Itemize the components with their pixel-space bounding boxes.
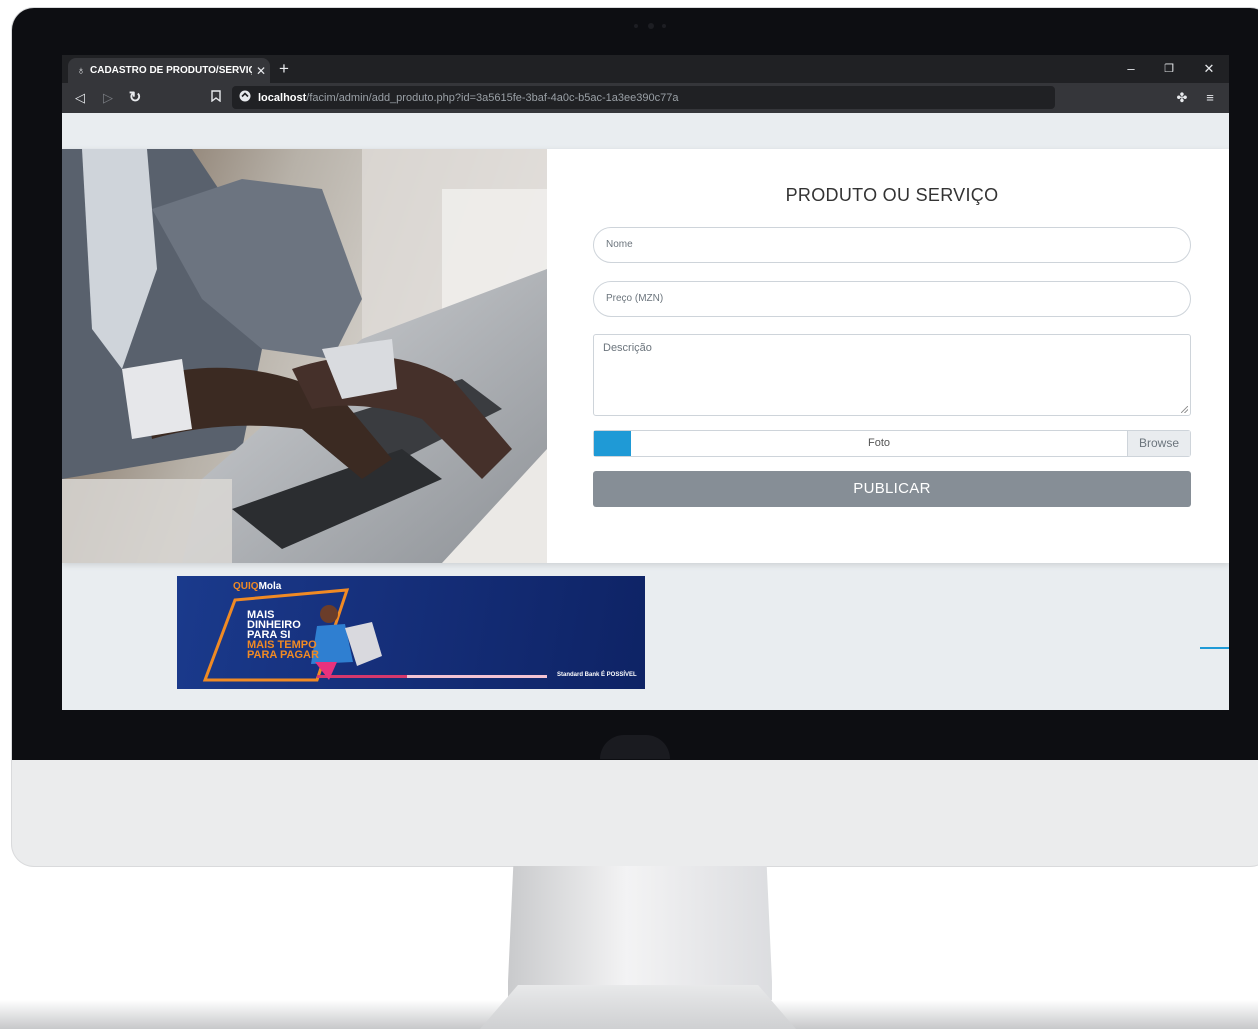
tab-title: CADASTRO DE PRODUTO/SERVIÇ xyxy=(90,65,252,76)
descricao-placeholder: Descrição xyxy=(603,342,652,354)
tab-bar: ♁ CADASTRO DE PRODUTO/SERVIÇ ✕ + – ❐ ✕ xyxy=(62,55,1229,83)
reload-icon[interactable]: ↻ xyxy=(125,88,145,108)
banner-footer: Standard Bank É POSSÍVEL xyxy=(557,672,637,678)
camera-icon xyxy=(630,22,670,30)
form-card: PRODUTO OU SERVIÇO Nome Preço (MZN) Desc… xyxy=(62,149,1229,563)
site-info-icon[interactable] xyxy=(232,90,258,105)
banner-headline: MAIS DINHEIRO PARA SI MAIS TEMPO PARA PA… xyxy=(247,609,319,661)
foto-label: Foto xyxy=(867,437,890,449)
screen: ♁ CADASTRO DE PRODUTO/SERVIÇ ✕ + – ❐ ✕ ◁… xyxy=(62,55,1229,710)
hero-image xyxy=(62,149,547,563)
browse-button[interactable]: Browse xyxy=(1127,431,1190,456)
descricao-textarea[interactable]: Descrição xyxy=(593,334,1191,416)
ad-banner[interactable]: QUIQMola MAIS DINHEIRO PARA SI MAIS TEMP… xyxy=(177,576,645,689)
banner-brand: QUIQMola xyxy=(233,581,282,592)
monitor-logo xyxy=(600,735,670,759)
url-path: /facim/admin/add_produto.php?id=3a5615fe… xyxy=(306,91,679,104)
favicon-icon: ♁ xyxy=(76,64,86,77)
back-icon[interactable]: ◁ xyxy=(70,88,90,108)
extensions-icon[interactable]: ✤ xyxy=(1172,88,1192,108)
forward-icon[interactable]: ▷ xyxy=(98,88,118,108)
nome-input[interactable]: Nome xyxy=(593,227,1191,263)
publicar-button[interactable]: PUBLICAR xyxy=(593,471,1191,507)
form-title: PRODUTO OU SERVIÇO xyxy=(785,185,999,205)
resize-handle-icon[interactable] xyxy=(1181,406,1188,413)
bookmark-icon[interactable] xyxy=(206,88,226,108)
foto-file-input[interactable]: Foto Browse xyxy=(593,430,1191,457)
close-window-button[interactable]: ✕ xyxy=(1194,59,1224,79)
browser-toolbar: ◁ ▷ ↻ localhost/facim/admin/add_produto.… xyxy=(62,83,1229,113)
page-header-strip xyxy=(62,113,1229,149)
new-tab-button[interactable]: + xyxy=(275,59,293,79)
minimize-button[interactable]: – xyxy=(1116,59,1146,79)
monitor-stand-base xyxy=(480,985,796,1029)
restore-button[interactable]: ❐ xyxy=(1154,59,1184,79)
menu-icon[interactable]: ≡ xyxy=(1200,88,1220,108)
url-host: localhost xyxy=(258,91,307,104)
file-color-swatch xyxy=(594,431,631,456)
accent-line xyxy=(1200,647,1229,649)
address-bar[interactable]: localhost/facim/admin/add_produto.php?id… xyxy=(232,86,1055,109)
browser-tab[interactable]: ♁ CADASTRO DE PRODUTO/SERVIÇ ✕ xyxy=(68,58,270,83)
preco-input[interactable]: Preço (MZN) xyxy=(593,281,1191,317)
tab-close-icon[interactable]: ✕ xyxy=(252,64,270,78)
